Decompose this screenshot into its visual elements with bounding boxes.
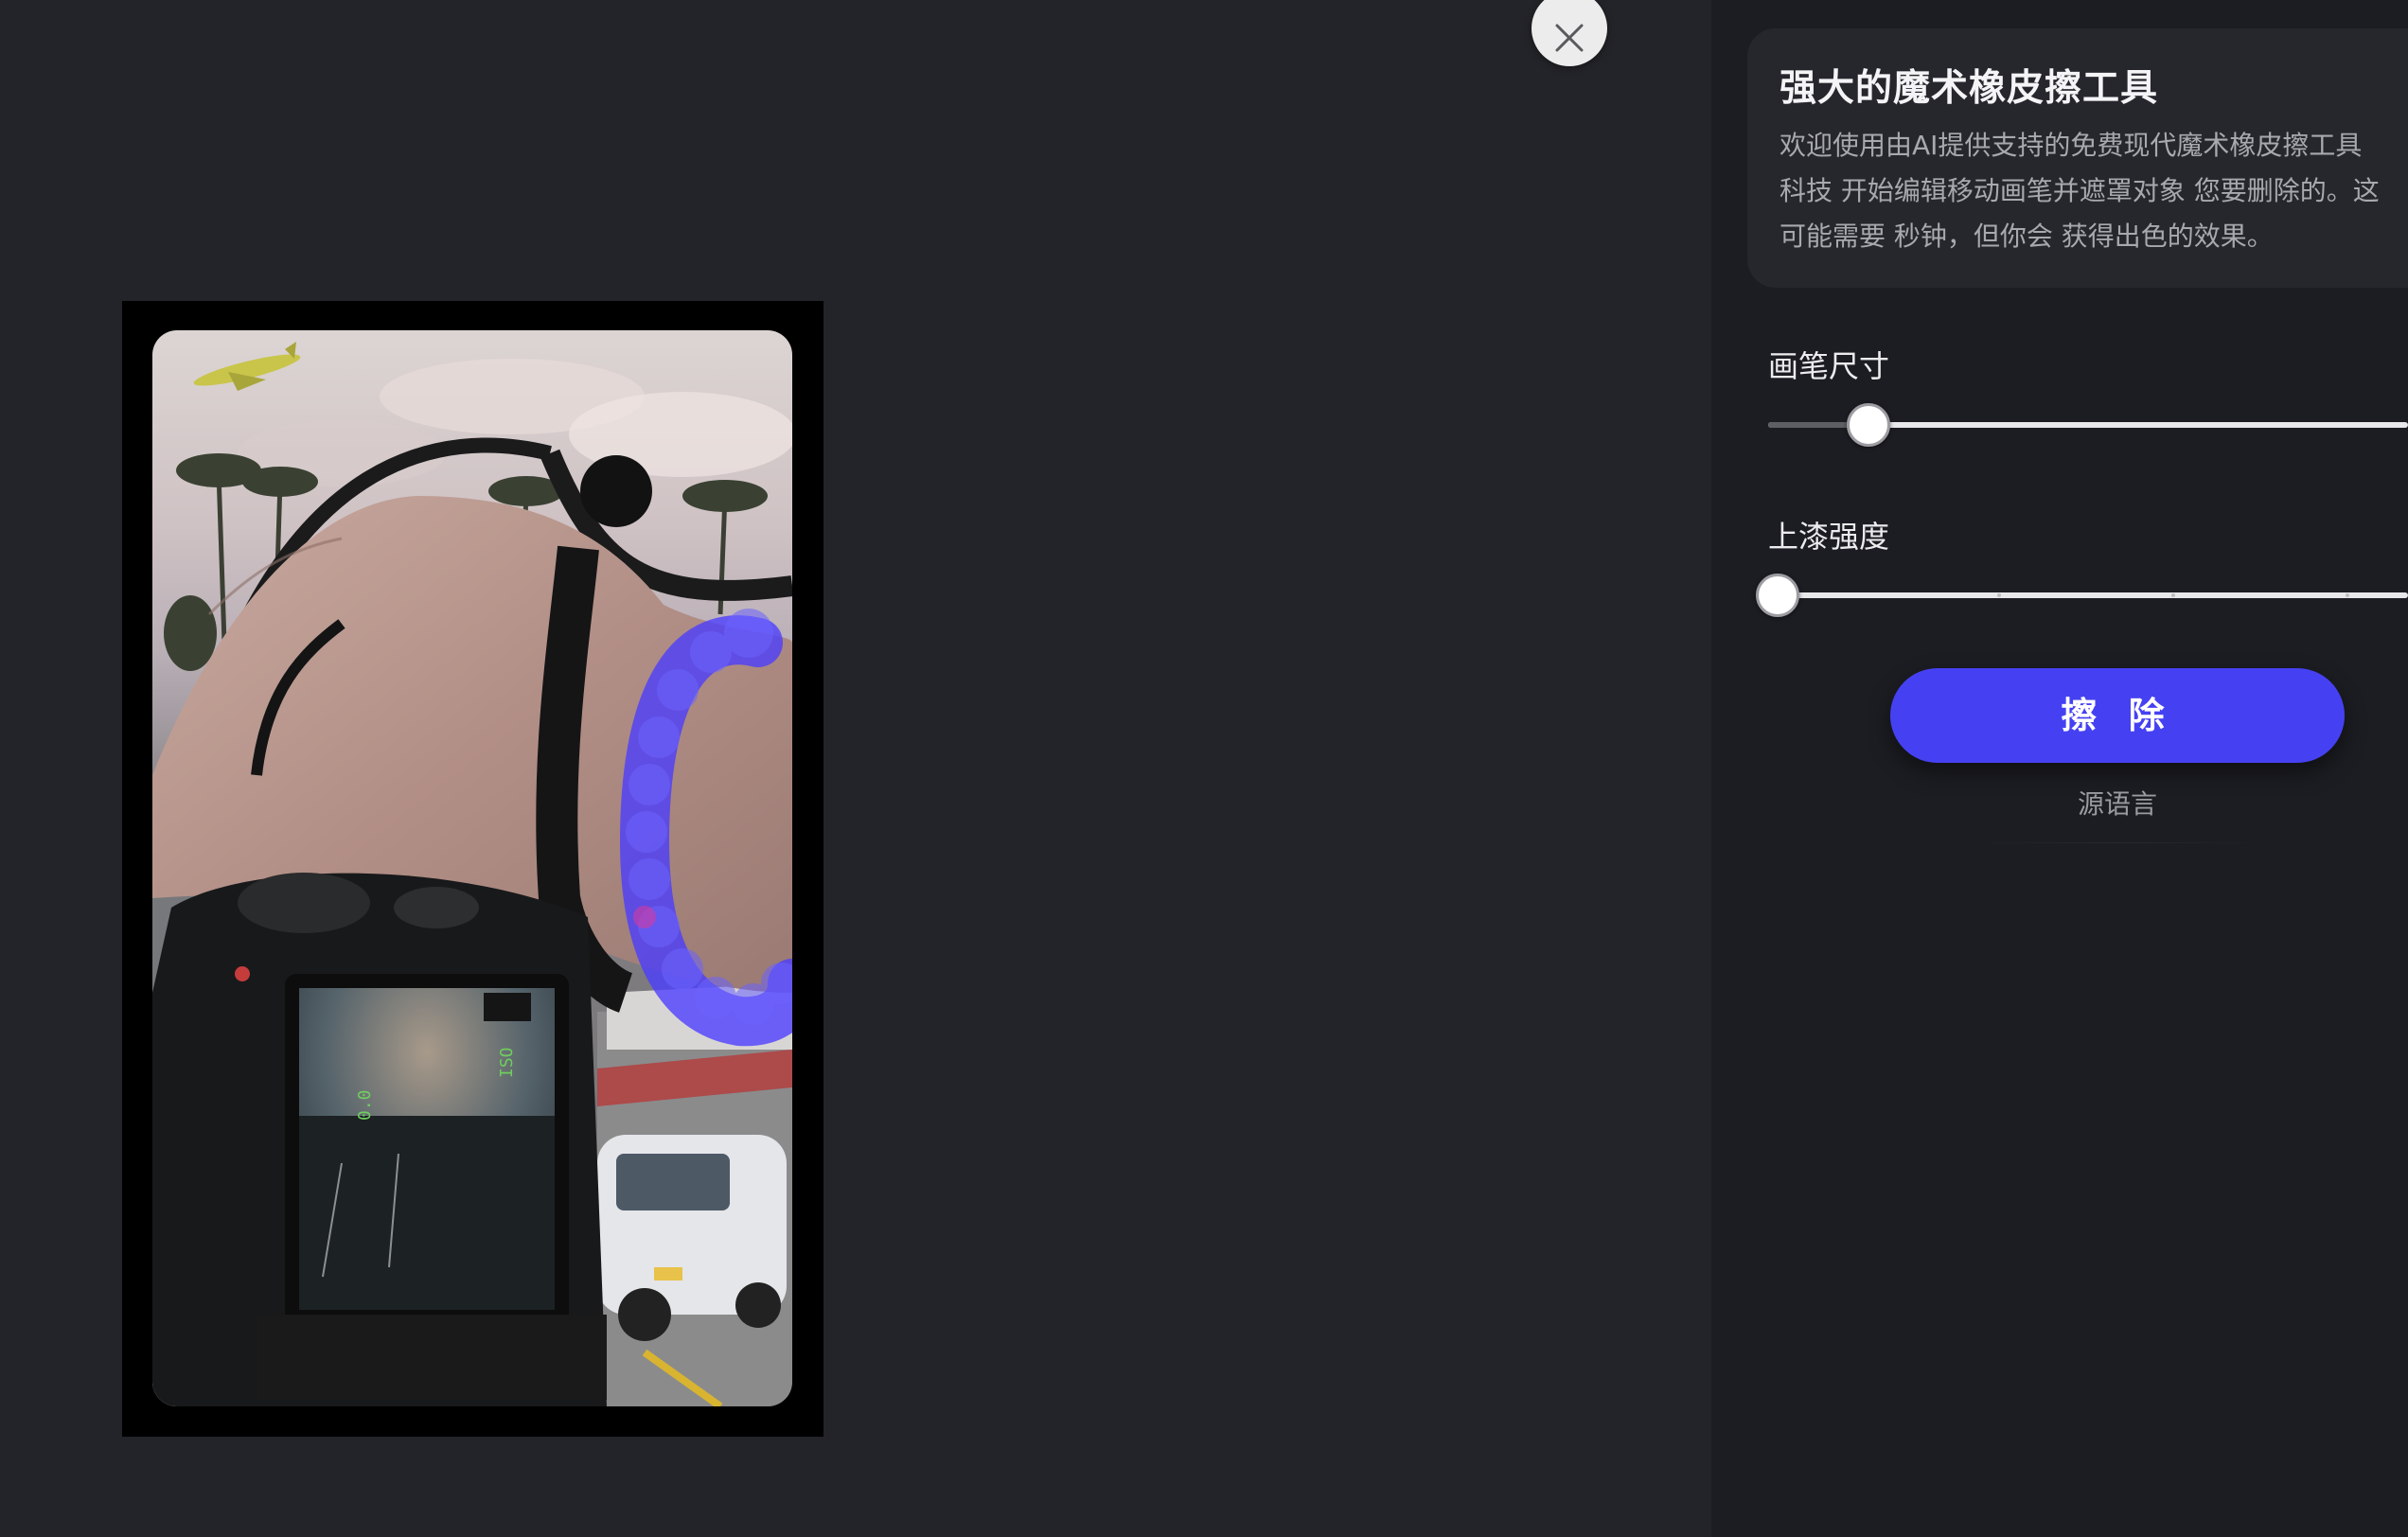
info-description: 欢迎使用由AI提供支持的免费现代魔术橡皮擦工具 科技 开始编辑移动画笔并遮罩对象… [1779, 130, 2380, 252]
strength-slider-thumb[interactable] [1756, 574, 1799, 617]
source-language-link[interactable]: 源语言 [1890, 784, 2345, 822]
strength-label: 上漆强度 [1768, 519, 1890, 555]
editor-canvas-area: 0.0 ISO [0, 0, 1711, 1537]
settings-panel: 强大的魔术橡皮擦工具 欢迎使用由AI提供支持的免费现代魔术橡皮擦工具 科技 开始… [1711, 0, 2408, 1537]
close-button[interactable] [1532, 0, 1607, 66]
svg-text:0.0: 0.0 [355, 1089, 375, 1121]
erase-button[interactable]: 擦 除 [1890, 668, 2345, 763]
editable-photo[interactable]: 0.0 ISO [152, 330, 792, 1406]
strength-slider-tick [2346, 593, 2349, 597]
svg-text:ISO: ISO [497, 1047, 517, 1078]
strength-slider[interactable] [1768, 592, 2408, 598]
info-title: 强大的魔术橡皮擦工具 [1779, 67, 2159, 110]
brush-size-label: 画笔尺寸 [1768, 348, 1890, 384]
image-frame: 0.0 ISO [122, 301, 823, 1437]
brush-size-slider-thumb[interactable] [1847, 403, 1890, 447]
strength-slider-tick [1997, 593, 2001, 597]
info-card: 强大的魔术橡皮擦工具 欢迎使用由AI提供支持的免费现代魔术橡皮擦工具 科技 开始… [1747, 28, 2408, 288]
divider [1976, 842, 2260, 843]
close-icon [1555, 24, 1584, 52]
strength-slider-tick [2171, 593, 2175, 597]
photo-illustration: 0.0 ISO [152, 330, 792, 1406]
